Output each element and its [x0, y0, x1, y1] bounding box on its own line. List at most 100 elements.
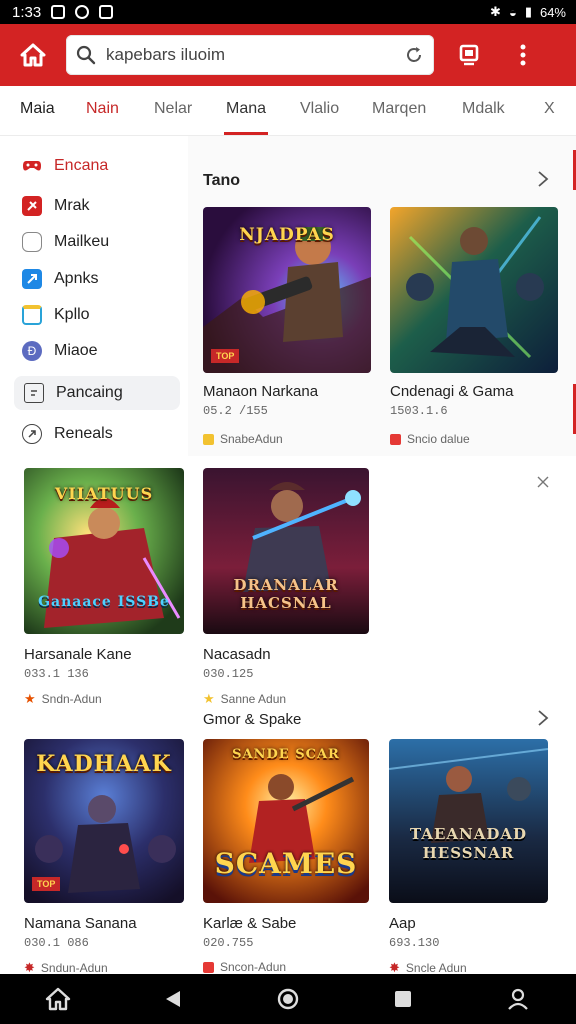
thumbnail-text: SCAMES — [214, 847, 358, 880]
tab-mana[interactable]: Mana — [223, 100, 269, 135]
game-meta: 030.125 — [203, 667, 254, 681]
search-input[interactable]: kapebars iluoim — [106, 45, 404, 65]
developer-icon — [390, 433, 401, 445]
game-title: Nacasadn — [203, 646, 271, 663]
sidebar-item-miaoe[interactable]: Đ Miaoe — [22, 341, 98, 361]
game-thumbnail[interactable]: SANDE SCAR SCAMES — [203, 739, 369, 903]
developer-row: ★ Sanne Adun — [203, 691, 369, 707]
developer-name: Sncio dalue — [407, 432, 470, 446]
game-meta: 05.2 /155 — [203, 404, 268, 418]
game-thumbnail[interactable] — [390, 207, 558, 373]
apps-icon — [22, 269, 42, 289]
game-thumbnail[interactable]: DRANALAR HACSNAL — [203, 468, 369, 634]
nav-recents-button[interactable] — [383, 979, 423, 1019]
bookmark-icon — [22, 196, 42, 216]
tab-vlalio[interactable]: Vlalio — [300, 100, 339, 118]
tab-nelar[interactable]: Nelar — [154, 100, 192, 118]
developer-name: Sndn-Adun — [41, 692, 102, 706]
search-bar[interactable]: kapebars iluoim — [66, 35, 434, 75]
thumbnail-text: KADHAAK — [36, 751, 172, 777]
sidebar-item-apnks[interactable]: Apnks — [22, 269, 98, 289]
nav-circle-button[interactable] — [268, 979, 308, 1019]
thumbnail-badge: TOP — [32, 877, 61, 891]
developer-row: ★ Sndn-Adun — [24, 691, 184, 707]
developer-icon — [203, 433, 214, 445]
tabs-button[interactable] — [454, 40, 484, 70]
thumbnail-text: TAEANADAD HESSNAR — [409, 825, 528, 862]
tab-nain[interactable]: Nain — [86, 100, 119, 118]
chevron-right-icon[interactable] — [533, 472, 553, 492]
developer-name: Sanne Adun — [220, 692, 287, 706]
home-button[interactable] — [0, 24, 66, 86]
star-icon: ★ — [24, 691, 36, 706]
thumbnail-text: DRANALAR HACSNAL — [233, 576, 339, 612]
profile-icon — [508, 988, 529, 1010]
home-icon — [45, 987, 70, 1011]
developer-name: Sndun-Adun — [40, 961, 108, 975]
more-menu-button[interactable] — [508, 40, 538, 70]
section-title-tano: Tano — [203, 172, 241, 189]
badge-icon: Đ — [22, 341, 42, 361]
circle-icon — [22, 232, 42, 252]
sync-icon — [75, 5, 90, 19]
reload-icon[interactable] — [404, 45, 424, 65]
game-meta: 1503.1.6 — [390, 404, 448, 418]
game-thumbnail[interactable]: VIIATUUS Ganaace ISSBe — [24, 468, 184, 634]
tab-close[interactable]: X — [544, 100, 555, 118]
game-card[interactable]: NJADPAS TOP Manaon Narkana 05.2 /155 Sna… — [203, 207, 371, 446]
game-title: Namana Sanana — [24, 915, 137, 932]
game-title: Karlæ & Sabe — [203, 915, 297, 932]
star-icon: ★ — [203, 691, 215, 706]
developer-name: SnabeAdun — [220, 432, 283, 446]
chevron-right-icon[interactable] — [533, 708, 553, 728]
tab-marqen[interactable]: Marqen — [372, 100, 426, 118]
sidebar-item-kpllo[interactable]: Kpllo — [22, 305, 90, 325]
wifi-icon: ◒ — [508, 4, 517, 20]
sidebar-item-label: Pancaing — [56, 384, 123, 401]
developer-row: Sncon-Adun — [203, 960, 369, 974]
game-card[interactable]: DRANALAR HACSNAL Nacasadn 030.125 ★ Sann… — [203, 468, 369, 707]
sidebar-item-pancaing[interactable]: Pancaing — [14, 376, 180, 410]
game-meta: 033.1 136 — [24, 667, 89, 681]
more-vert-icon — [520, 44, 526, 66]
game-card[interactable]: Cndenagi & Gama 1503.1.6 Sncio dalue — [390, 207, 558, 446]
tab-mdalk[interactable]: Mdalk — [462, 100, 505, 118]
game-card[interactable]: TAEANADAD HESSNAR Aap 693.130 ✸ Sncle Ad… — [389, 739, 548, 976]
app-header: kapebars iluoim — [0, 24, 576, 86]
developer-icon — [203, 961, 214, 973]
game-meta: 693.130 — [389, 936, 440, 950]
nav-profile-button[interactable] — [498, 979, 538, 1019]
chevron-right-icon[interactable] — [533, 169, 553, 189]
nav-home-button[interactable] — [38, 979, 78, 1019]
game-meta: 020.755 — [203, 936, 254, 950]
game-thumbnail[interactable]: KADHAAK TOP — [24, 739, 184, 903]
sidebar-item-mailkeu[interactable]: Mailkeu — [22, 232, 109, 252]
game-thumbnail[interactable]: TAEANADAD HESSNAR — [389, 739, 548, 903]
thumbnail-subtext: Ganaace ISSBe — [38, 594, 170, 610]
document-icon — [24, 383, 44, 403]
circle-home-icon — [277, 988, 299, 1010]
game-thumbnail[interactable]: NJADPAS TOP — [203, 207, 371, 373]
game-card[interactable]: KADHAAK TOP Namana Sanana 030.1 086 ✸ Sn… — [24, 739, 184, 976]
home-icon — [20, 43, 46, 67]
folder-icon — [22, 305, 42, 325]
status-time: 1:33 — [12, 3, 42, 21]
developer-row: Sncio dalue — [390, 432, 558, 446]
refresh-icon — [22, 424, 42, 444]
battery-icon: ▮ — [524, 4, 532, 19]
sidebar-item-label: Kpllo — [54, 306, 90, 323]
tab-maia[interactable]: Maia — [20, 100, 55, 118]
sidebar-item-encana[interactable]: Encana — [22, 156, 108, 176]
nav-back-button[interactable] — [153, 979, 193, 1019]
category-tabs: Maia Nain Nelar Mana Vlalio Marqen Mdalk… — [0, 86, 576, 136]
developer-name: Sncle Adun — [405, 961, 467, 975]
controller-icon — [22, 156, 42, 176]
game-card[interactable]: SANDE SCAR SCAMES Karlæ & Sabe 020.755 S… — [203, 739, 369, 974]
back-icon — [165, 991, 180, 1007]
sidebar-item-reneals[interactable]: Reneals — [22, 424, 113, 444]
bluetooth-icon: ✱ — [490, 4, 501, 19]
sidebar-item-label: Mailkeu — [54, 233, 110, 250]
sidebar-item-mrak[interactable]: Mrak — [22, 196, 90, 216]
notification-icon — [51, 5, 66, 19]
game-card[interactable]: VIIATUUS Ganaace ISSBe Harsanale Kane 03… — [24, 468, 184, 707]
